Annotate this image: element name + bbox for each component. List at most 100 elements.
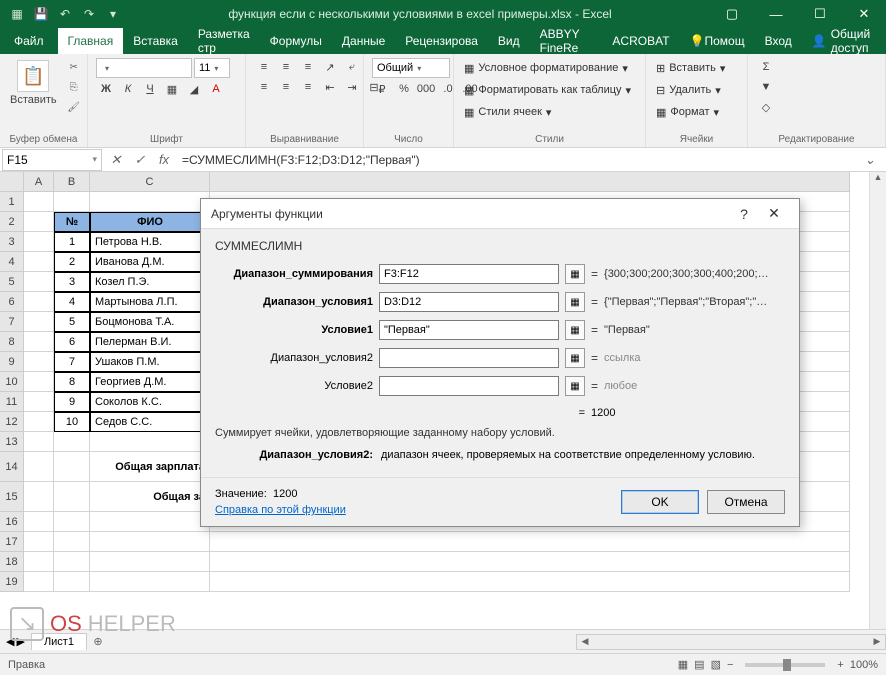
- redo-icon[interactable]: ↷: [78, 3, 100, 25]
- col-header-a[interactable]: A: [24, 172, 54, 192]
- cancel-button[interactable]: Отмена: [707, 490, 785, 514]
- bold-button[interactable]: Ж: [96, 80, 116, 98]
- cell-b3[interactable]: 1: [54, 232, 90, 252]
- row-header[interactable]: 18: [0, 552, 24, 572]
- percent-icon[interactable]: %: [394, 80, 414, 98]
- format-painter-icon[interactable]: 🖌: [65, 98, 83, 116]
- fill-icon[interactable]: ▼: [756, 78, 776, 96]
- horizontal-scrollbar[interactable]: ◀ ▶: [576, 634, 886, 650]
- cell-styles-button[interactable]: ▦ Стили ячеек ▾: [462, 102, 553, 122]
- fill-color-button[interactable]: ◢: [184, 80, 204, 98]
- font-color-button[interactable]: A: [206, 80, 226, 98]
- clear-icon[interactable]: ◇: [756, 98, 776, 116]
- italic-button[interactable]: К: [118, 80, 138, 98]
- sheet-nav-prev-icon[interactable]: ◀: [6, 635, 14, 648]
- minimize-icon[interactable]: —: [754, 0, 798, 28]
- font-name-combo[interactable]: [96, 58, 192, 78]
- cell-c12[interactable]: Седов С.С.: [90, 412, 210, 432]
- share-button[interactable]: 👤Общий доступ: [802, 28, 886, 54]
- align-center-icon[interactable]: ≡: [276, 78, 296, 96]
- format-as-table-button[interactable]: ▦ Форматировать как таблицу ▾: [462, 80, 633, 100]
- cell-c11[interactable]: Соколов К.С.: [90, 392, 210, 412]
- name-box[interactable]: F15▾: [2, 149, 102, 171]
- align-top-icon[interactable]: ≡: [254, 58, 274, 76]
- dialog-help-icon[interactable]: ?: [729, 206, 759, 222]
- cell-b4[interactable]: 2: [54, 252, 90, 272]
- row-header[interactable]: 11: [0, 392, 24, 412]
- tab-review[interactable]: Рецензирова: [395, 28, 488, 54]
- row-header[interactable]: 1: [0, 192, 24, 212]
- cell-c6[interactable]: Мартынова Л.П.: [90, 292, 210, 312]
- cell-c7[interactable]: Боцмонова Т.А.: [90, 312, 210, 332]
- ok-button[interactable]: OK: [621, 490, 699, 514]
- zoom-slider[interactable]: [745, 663, 825, 667]
- cell-c15[interactable]: Общая за: [90, 482, 210, 512]
- cell-b12[interactable]: 10: [54, 412, 90, 432]
- cell-c10[interactable]: Георгиев Д.М.: [90, 372, 210, 392]
- add-sheet-icon[interactable]: ⊕: [87, 635, 109, 648]
- cell-c5[interactable]: Козел П.Э.: [90, 272, 210, 292]
- enter-formula-icon[interactable]: ✓: [128, 149, 152, 171]
- tab-formulas[interactable]: Формулы: [260, 28, 332, 54]
- cancel-formula-icon[interactable]: ✕: [104, 149, 128, 171]
- vertical-scrollbar[interactable]: ▲: [869, 172, 886, 629]
- scroll-right-icon[interactable]: ▶: [869, 636, 885, 647]
- view-pagebreak-icon[interactable]: ▧: [711, 658, 721, 671]
- undo-icon[interactable]: ↶: [54, 3, 76, 25]
- ribbon-options-icon[interactable]: ▢: [710, 0, 754, 28]
- dialog-close-icon[interactable]: ✕: [759, 205, 789, 222]
- tab-acrobat[interactable]: ACROBAT: [602, 28, 679, 54]
- row-header[interactable]: 10: [0, 372, 24, 392]
- currency-icon[interactable]: ₽: [372, 80, 392, 98]
- align-left-icon[interactable]: ≡: [254, 78, 274, 96]
- arg-input-criteria-range1[interactable]: [379, 292, 559, 312]
- cell-c3[interactable]: Петрова Н.В.: [90, 232, 210, 252]
- delete-cells-button[interactable]: ⊟ Удалить ▾: [654, 80, 723, 100]
- cut-icon[interactable]: ✂: [65, 58, 83, 76]
- row-header[interactable]: 14: [0, 452, 24, 482]
- tell-me[interactable]: 💡 Помощ: [680, 28, 755, 54]
- qat-dropdown-icon[interactable]: ▾: [102, 3, 124, 25]
- tab-abbyy[interactable]: ABBYY FineRe: [530, 28, 603, 54]
- row-header[interactable]: 13: [0, 432, 24, 452]
- cell-c14[interactable]: Общая зарплата: [90, 452, 210, 482]
- row-header[interactable]: 3: [0, 232, 24, 252]
- row-header[interactable]: 5: [0, 272, 24, 292]
- close-icon[interactable]: ✕: [842, 0, 886, 28]
- fx-icon[interactable]: fx: [152, 149, 176, 171]
- align-middle-icon[interactable]: ≡: [276, 58, 296, 76]
- row-header[interactable]: 12: [0, 412, 24, 432]
- function-help-link[interactable]: Справка по этой функции: [215, 504, 346, 516]
- scroll-up-icon[interactable]: ▲: [870, 172, 886, 188]
- autosum-icon[interactable]: Σ: [756, 58, 776, 76]
- cell-b2[interactable]: №: [54, 212, 90, 232]
- range-select-icon[interactable]: ▦: [565, 264, 585, 284]
- tab-layout[interactable]: Разметка стр: [188, 28, 260, 54]
- range-select-icon[interactable]: ▦: [565, 348, 585, 368]
- sheet-tab[interactable]: Лист1: [31, 633, 87, 650]
- wrap-text-icon[interactable]: ⤶: [342, 58, 362, 76]
- range-select-icon[interactable]: ▦: [565, 376, 585, 396]
- col-header-b[interactable]: B: [54, 172, 90, 192]
- range-select-icon[interactable]: ▦: [565, 292, 585, 312]
- tab-view[interactable]: Вид: [488, 28, 530, 54]
- row-header[interactable]: 19: [0, 572, 24, 592]
- orientation-icon[interactable]: ↗: [320, 58, 340, 76]
- row-header[interactable]: 7: [0, 312, 24, 332]
- maximize-icon[interactable]: ☐: [798, 0, 842, 28]
- copy-icon[interactable]: ⎘: [65, 78, 83, 96]
- font-size-combo[interactable]: 11: [194, 58, 230, 78]
- align-right-icon[interactable]: ≡: [298, 78, 318, 96]
- row-header[interactable]: 8: [0, 332, 24, 352]
- cell-c8[interactable]: Пелерман В.И.: [90, 332, 210, 352]
- number-format-combo[interactable]: Общий: [372, 58, 450, 78]
- row-header[interactable]: 6: [0, 292, 24, 312]
- dialog-titlebar[interactable]: Аргументы функции ? ✕: [201, 199, 799, 229]
- conditional-format-button[interactable]: ▦ Условное форматирование ▾: [462, 58, 630, 78]
- row-header[interactable]: 4: [0, 252, 24, 272]
- cell-b11[interactable]: 9: [54, 392, 90, 412]
- cell-b9[interactable]: 7: [54, 352, 90, 372]
- cell-c9[interactable]: Ушаков П.М.: [90, 352, 210, 372]
- formula-input[interactable]: [176, 149, 858, 171]
- expand-formula-icon[interactable]: ⌄: [858, 149, 882, 171]
